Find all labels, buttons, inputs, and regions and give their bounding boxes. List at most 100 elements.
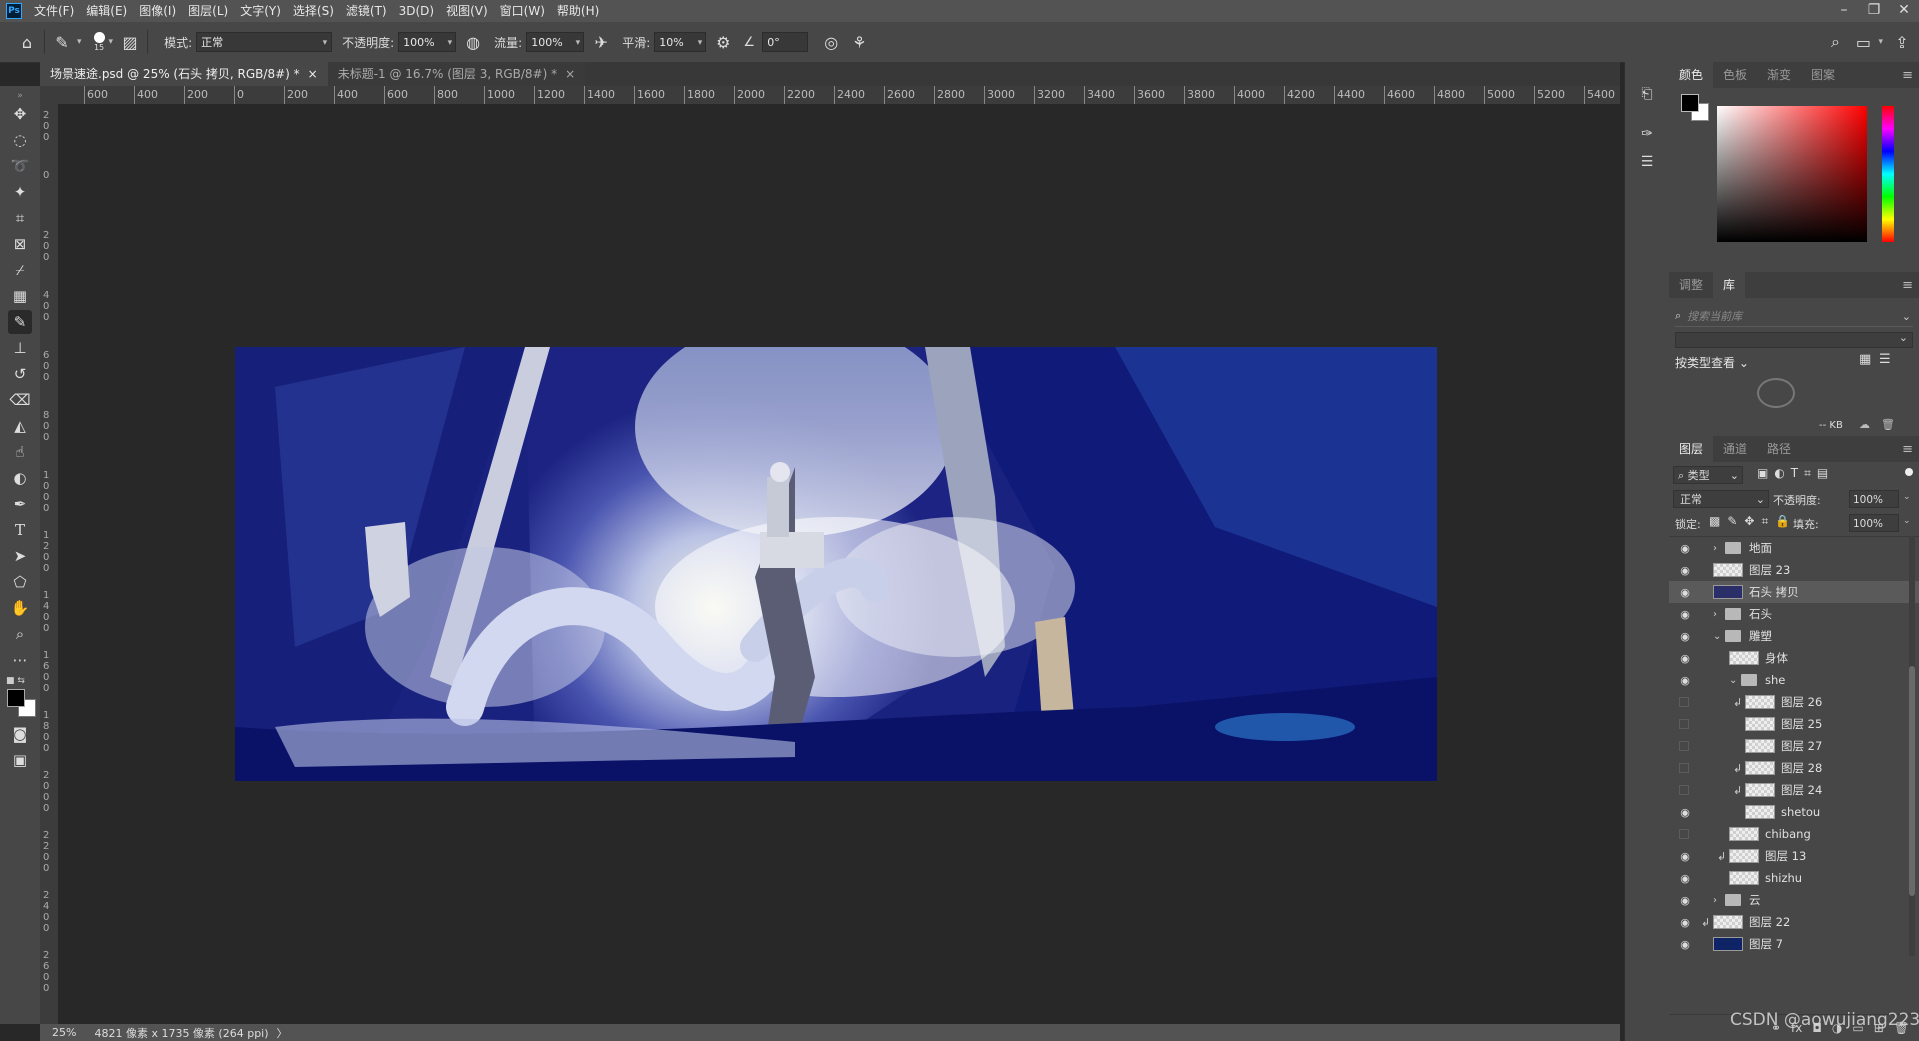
history-icon[interactable]: ⎗ bbox=[1635, 82, 1659, 106]
scrollbar-thumb[interactable] bbox=[1909, 666, 1915, 896]
grid-view-icon[interactable]: ▦ bbox=[1859, 352, 1871, 367]
library-select[interactable]: ⌄ bbox=[1675, 331, 1913, 348]
panel-menu-icon[interactable]: ≡ bbox=[1902, 442, 1913, 457]
move-tool-icon[interactable]: ✥ bbox=[8, 102, 32, 126]
layer-scrollbar[interactable] bbox=[1909, 536, 1915, 956]
tab-libraries[interactable]: 库 bbox=[1713, 272, 1746, 298]
minimize-icon[interactable]: – bbox=[1829, 0, 1859, 22]
close-tab-icon[interactable]: × bbox=[565, 62, 575, 86]
home-icon[interactable]: ⌂ bbox=[16, 31, 38, 53]
foreground-color-swatch[interactable] bbox=[7, 689, 25, 707]
eye-icon[interactable]: ◉ bbox=[1677, 564, 1693, 577]
layer-row[interactable]: ◉ shetou bbox=[1669, 801, 1919, 823]
flow-input[interactable]: 100% ▾ bbox=[526, 32, 585, 52]
swap-colors-icon[interactable]: ■ ⇆ bbox=[6, 676, 34, 686]
eye-icon[interactable]: ◉ bbox=[1677, 608, 1693, 621]
chevron-down-icon[interactable]: ▾ bbox=[1878, 37, 1883, 47]
artwork-image[interactable] bbox=[235, 347, 1437, 781]
tab-adjustments[interactable]: 调整 bbox=[1669, 272, 1713, 298]
visibility-toggle[interactable] bbox=[1679, 741, 1689, 751]
chevron-down-icon[interactable]: ⌄ bbox=[1729, 675, 1737, 686]
layer-row[interactable]: ◉ shizhu bbox=[1669, 867, 1919, 889]
menu-image[interactable]: 图像(I) bbox=[133, 0, 182, 22]
brush-preset-picker[interactable]: 15 bbox=[93, 32, 105, 52]
eye-icon[interactable]: ◉ bbox=[1677, 586, 1693, 599]
layer-group-row[interactable]: ◉ ⌄ she bbox=[1669, 669, 1919, 691]
patch-tool-icon[interactable]: ▦ bbox=[8, 284, 32, 308]
document-tab-active[interactable]: 场景速途.psd @ 25% (石头 拷贝, RGB/8#) * × bbox=[40, 62, 328, 86]
chevron-right-icon[interactable]: › bbox=[1713, 895, 1717, 906]
library-search-input[interactable]: ⌕ 搜索当前库 ⌄ bbox=[1675, 306, 1913, 327]
marquee-tool-icon[interactable]: ◌ bbox=[8, 128, 32, 152]
eye-icon[interactable]: ◉ bbox=[1677, 542, 1693, 555]
close-tab-icon[interactable]: × bbox=[308, 62, 318, 86]
visibility-toggle[interactable] bbox=[1679, 763, 1689, 773]
visibility-toggle[interactable] bbox=[1679, 829, 1689, 839]
history-brush-icon[interactable]: ↺ bbox=[8, 362, 32, 386]
document-tab[interactable]: 未标题-1 @ 16.7% (图层 3, RGB/8#) * × bbox=[327, 62, 586, 86]
lock-icons[interactable]: ▩✎✥⌗🔒 bbox=[1709, 514, 1797, 529]
layer-row[interactable]: ◉ 石头 拷贝 bbox=[1669, 581, 1919, 603]
trash-icon[interactable]: 🗑 bbox=[1881, 418, 1895, 431]
layer-filter-icons[interactable]: ▣◐T⌗▤ bbox=[1757, 466, 1834, 481]
layer-row[interactable]: ◉ ↲ 图层 13 bbox=[1669, 845, 1919, 867]
brush-tool-icon[interactable]: ✎ bbox=[8, 310, 32, 334]
layer-row[interactable]: 图层 25 bbox=[1669, 713, 1919, 735]
eye-icon[interactable]: ◉ bbox=[1677, 938, 1693, 951]
collapse-icon[interactable]: » bbox=[8, 90, 32, 102]
angle-input[interactable]: 0° bbox=[762, 32, 809, 52]
status-menu-icon[interactable]: 〉 bbox=[277, 1025, 288, 1041]
zoom-tool-icon[interactable]: ⌕ bbox=[8, 622, 32, 646]
cloud-sync-icon[interactable]: ☁ bbox=[1859, 418, 1870, 431]
panel-menu-icon[interactable]: ≡ bbox=[1902, 68, 1913, 83]
tab-patterns[interactable]: 图案 bbox=[1801, 62, 1845, 88]
quick-mask-icon[interactable]: ◙ bbox=[8, 722, 32, 746]
layer-row[interactable]: ◉ ↲ 图层 22 bbox=[1669, 911, 1919, 933]
layer-row[interactable]: ◉ 身体 bbox=[1669, 647, 1919, 669]
pressure-size-icon[interactable]: ◎ bbox=[820, 31, 842, 53]
eye-icon[interactable]: ◉ bbox=[1677, 806, 1693, 819]
list-view-icon[interactable]: ☰ bbox=[1879, 352, 1891, 367]
mode-select[interactable]: 正常 ▾ bbox=[196, 32, 333, 52]
brush-settings-icon[interactable]: ▨ bbox=[119, 31, 141, 53]
chevron-right-icon[interactable]: › bbox=[1713, 609, 1717, 620]
blend-mode-select[interactable]: 正常 ⌄ bbox=[1673, 490, 1769, 508]
eyedropper-icon[interactable]: ⌿ bbox=[8, 258, 32, 282]
frame-tool-icon[interactable]: ⊠ bbox=[8, 232, 32, 256]
eye-icon[interactable]: ◉ bbox=[1677, 872, 1693, 885]
color-field[interactable] bbox=[1717, 106, 1867, 242]
layer-row[interactable]: ◉ 图层 23 bbox=[1669, 559, 1919, 581]
opacity-input[interactable]: 100% ▾ bbox=[398, 32, 457, 52]
chevron-down-icon[interactable]: ▾ bbox=[77, 37, 82, 47]
layer-row[interactable]: ↲ 图层 26 bbox=[1669, 691, 1919, 713]
chevron-down-icon[interactable]: ▾ bbox=[109, 37, 114, 47]
menu-window[interactable]: 窗口(W) bbox=[494, 0, 551, 22]
pen-tool-icon[interactable]: ✒ bbox=[8, 492, 32, 516]
menu-type[interactable]: 文字(Y) bbox=[234, 0, 287, 22]
menu-file[interactable]: 文件(F) bbox=[28, 0, 80, 22]
search-icon[interactable]: ⌕ bbox=[1824, 31, 1846, 53]
lasso-tool-icon[interactable]: ➰ bbox=[8, 154, 32, 178]
visibility-toggle[interactable] bbox=[1679, 697, 1689, 707]
visibility-toggle[interactable] bbox=[1679, 719, 1689, 729]
photoshop-logo[interactable]: Ps bbox=[6, 3, 22, 19]
chevron-down-icon[interactable]: ⌄ bbox=[1903, 492, 1911, 502]
tab-color[interactable]: 颜色 bbox=[1669, 62, 1714, 88]
hand-tool-icon[interactable]: ✋ bbox=[8, 596, 32, 620]
view-by-type-dropdown[interactable]: 按类型查看 ⌄ bbox=[1675, 354, 1749, 371]
magic-wand-icon[interactable]: ✦ bbox=[8, 180, 32, 204]
eye-icon[interactable]: ◉ bbox=[1677, 916, 1693, 929]
type-tool-icon[interactable]: T bbox=[8, 518, 32, 542]
eraser-icon[interactable]: ⌫ bbox=[8, 388, 32, 412]
workspace-icon[interactable]: ▭ bbox=[1852, 31, 1874, 53]
eye-icon[interactable]: ◉ bbox=[1677, 894, 1693, 907]
layer-filter-select[interactable]: ⌕ 类型 ⌄ bbox=[1673, 466, 1743, 484]
share-icon[interactable]: ⇪ bbox=[1891, 31, 1913, 53]
layer-group-row[interactable]: ◉ ⌄ 雕塑 bbox=[1669, 625, 1919, 647]
menu-view[interactable]: 视图(V) bbox=[440, 0, 494, 22]
gear-icon[interactable]: ⚙ bbox=[712, 31, 734, 53]
eye-icon[interactable]: ◉ bbox=[1677, 850, 1693, 863]
visibility-toggle[interactable] bbox=[1679, 785, 1689, 795]
menu-3d[interactable]: 3D(D) bbox=[393, 0, 440, 22]
shape-tool-icon[interactable]: ⬠ bbox=[8, 570, 32, 594]
